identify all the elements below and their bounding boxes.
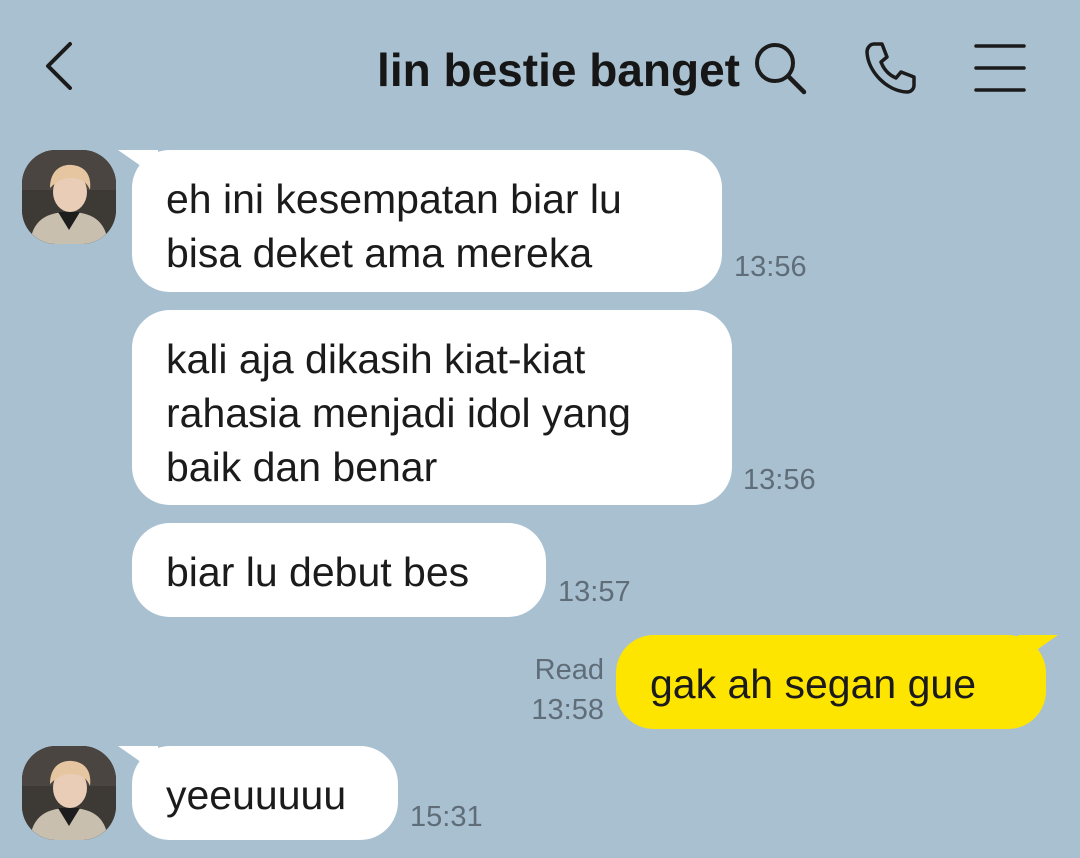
message-time: 13:56 [743, 464, 816, 496]
message-time: 15:31 [410, 801, 483, 833]
message-time: 13:57 [558, 576, 631, 608]
incoming-message-bubble[interactable]: biar lu debut bes [132, 523, 546, 617]
chat-header: lin bestie banget [0, 0, 1080, 130]
incoming-message-bubble[interactable]: kali aja dikasih kiat-kiat rahasia menjad… [132, 310, 732, 505]
message-time: 13:56 [734, 251, 807, 283]
call-button[interactable] [858, 36, 922, 100]
chevron-left-icon [46, 42, 72, 90]
message-text: kali aja dikasih kiat-kiat rahasia menjad… [166, 336, 631, 490]
message-time: 13:58 [531, 694, 604, 726]
contact-avatar[interactable] [22, 746, 116, 840]
outgoing-message-bubble[interactable]: gak ah segan gue [616, 635, 1046, 729]
phone-icon [865, 42, 916, 94]
menu-icon [974, 44, 1026, 92]
message-text: gak ah segan gue [650, 661, 976, 707]
incoming-message-bubble[interactable]: yeeuuuuu [132, 746, 398, 840]
message-text: eh ini kesempatan biar lu bisa deket ama … [166, 176, 622, 276]
contact-avatar[interactable] [22, 150, 116, 244]
chat-title: lin bestie banget [377, 44, 740, 96]
avatar-photo [22, 150, 116, 244]
menu-button[interactable] [968, 36, 1032, 100]
incoming-message-bubble[interactable]: eh ini kesempatan biar lu bisa deket ama … [132, 150, 722, 292]
message-text: biar lu debut bes [166, 549, 470, 595]
search-icon [755, 43, 807, 95]
search-button[interactable] [748, 36, 812, 100]
read-receipt: Read 13:58 [500, 650, 604, 730]
message-text: yeeuuuuu [166, 772, 347, 818]
avatar-photo [22, 746, 116, 840]
back-button[interactable] [30, 36, 90, 96]
read-status: Read [534, 654, 604, 686]
